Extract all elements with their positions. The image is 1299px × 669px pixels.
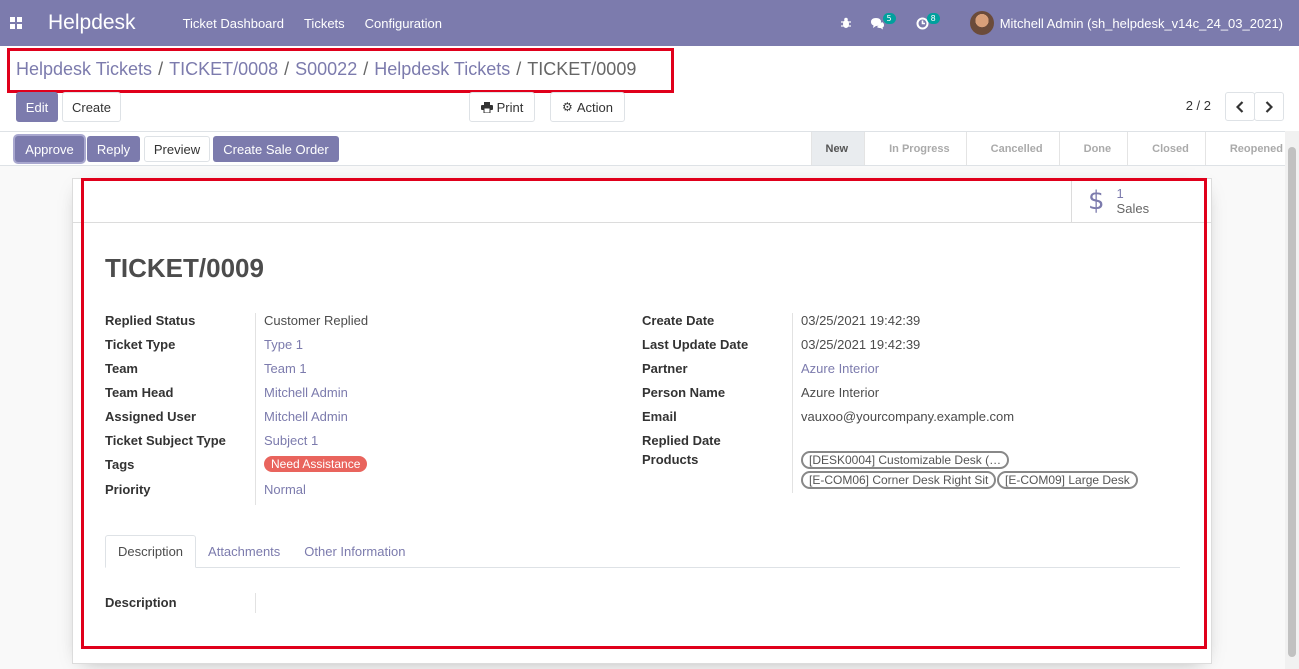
main-menu: Ticket Dashboard Tickets Configuration <box>183 16 462 31</box>
pager-previous-button[interactable] <box>1225 92 1255 121</box>
stage-in-progress[interactable]: In Progress <box>864 132 966 165</box>
messaging-icon[interactable]: 5 <box>870 12 898 30</box>
menu-ticket-dashboard[interactable]: Ticket Dashboard <box>183 16 284 31</box>
apps-menu-icon[interactable] <box>10 17 22 29</box>
systray: 5 8 Mitchell Admin (sh_helpdesk_v14c_24_… <box>822 0 1283 46</box>
activity-badge: 8 <box>926 12 940 24</box>
menu-configuration[interactable]: Configuration <box>365 16 442 31</box>
reply-button[interactable]: Reply <box>87 136 140 162</box>
stage-pipeline: New In Progress Cancelled Done Closed Re… <box>810 132 1299 165</box>
preview-button[interactable]: Preview <box>144 136 210 162</box>
gear-icon: ⚙ <box>562 100 573 114</box>
scrollbar-thumb[interactable] <box>1288 147 1296 657</box>
user-avatar[interactable] <box>969 11 994 35</box>
print-icon <box>480 101 493 113</box>
top-navbar: Helpdesk Ticket Dashboard Tickets Config… <box>0 0 1299 46</box>
print-button[interactable]: Print <box>469 92 535 122</box>
stage-cancelled[interactable]: Cancelled <box>965 132 1059 165</box>
stage-closed[interactable]: Closed <box>1127 132 1205 165</box>
stage-new[interactable]: New <box>810 132 865 165</box>
form-statusbar: Approve Reply Preview Create Sale Order … <box>0 131 1299 166</box>
activity-clock-icon[interactable]: 8 <box>916 12 942 30</box>
approve-button[interactable]: Approve <box>15 136 84 162</box>
highlight-box-breadcrumb <box>7 48 674 93</box>
debug-bug-icon[interactable] <box>840 17 852 29</box>
menu-tickets[interactable]: Tickets <box>304 16 345 31</box>
chevron-right-icon <box>1265 100 1273 113</box>
edit-button[interactable]: Edit <box>16 92 58 122</box>
action-button[interactable]: ⚙ Action <box>550 92 625 122</box>
stage-done[interactable]: Done <box>1058 132 1128 165</box>
create-button[interactable]: Create <box>62 92 121 122</box>
action-label: Action <box>576 99 613 115</box>
pager-next-button[interactable] <box>1254 92 1284 121</box>
messaging-badge: 5 <box>882 12 896 24</box>
highlight-box-form <box>81 178 1207 649</box>
pager-value[interactable]: 2 / 2 <box>1186 98 1211 113</box>
print-label: Print <box>496 99 524 115</box>
app-brand[interactable]: Helpdesk <box>48 11 136 35</box>
create-sale-order-button[interactable]: Create Sale Order <box>213 136 339 162</box>
chevron-left-icon <box>1236 100 1244 113</box>
user-menu[interactable]: Mitchell Admin (sh_helpdesk_v14c_24_03_2… <box>1000 16 1283 31</box>
